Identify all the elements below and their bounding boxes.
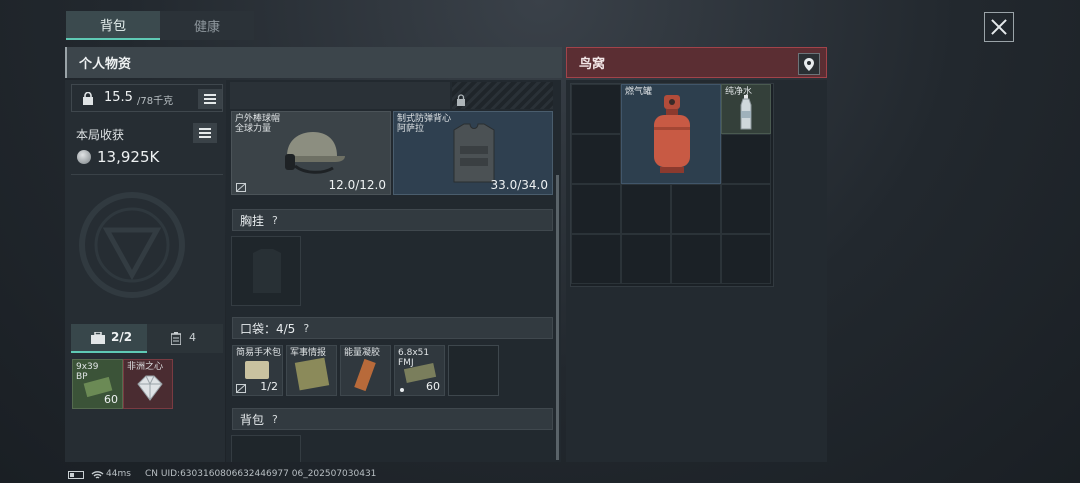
harvest-label: 本局收获 — [76, 128, 125, 142]
pockets-help-icon[interactable]: ? — [303, 322, 309, 335]
pocket-slot-empty[interactable] — [448, 345, 499, 396]
stash-item-pure-water[interactable]: 纯净水 — [721, 84, 771, 134]
grid-cell[interactable] — [571, 84, 621, 134]
body-armor-icon — [453, 123, 495, 183]
vest-durability: 33.0/34.0 — [490, 178, 548, 192]
grid-cell[interactable] — [621, 234, 671, 284]
ammo-dot-icon — [400, 388, 404, 392]
diamond-icon — [137, 375, 163, 401]
tab-health[interactable]: 健康 — [160, 11, 254, 40]
personal-supplies-title: 个人物资 — [79, 57, 132, 72]
divider — [71, 174, 223, 175]
pouch-count: 4 — [189, 331, 196, 344]
pockets-section-header: 口袋：4/5 ? — [232, 317, 553, 339]
backpack-slot-empty[interactable] — [231, 435, 301, 462]
grid-cell[interactable] — [571, 234, 621, 284]
item-subname: 全球力量 — [235, 124, 272, 134]
item-count: 60 — [104, 393, 118, 406]
ping-text: 44ms — [106, 469, 131, 479]
surgery-kit-icon — [245, 361, 269, 379]
no-repair-icon — [236, 384, 246, 393]
harvest-value: 13,925K — [97, 148, 160, 166]
pocket-item-military-intel[interactable]: 军事情报 — [286, 345, 337, 396]
scrollbar[interactable] — [556, 175, 559, 460]
pocket-item-surgery-kit[interactable]: 简易手术包 1/2 — [232, 345, 283, 396]
water-bottle-icon — [740, 95, 752, 130]
left-stats-panel: 15.5 /78千克 本局收获 13,925K 2/2 4 9x39 BP 60… — [65, 80, 225, 462]
item-name: 能量凝胶 — [344, 348, 381, 358]
pocket-item-ammo-6-8[interactable]: 6.8x51 FMJ 60 — [394, 345, 445, 396]
grid-cell[interactable] — [671, 234, 721, 284]
wifi-icon — [91, 471, 104, 479]
bird-nest-panel: 燃气罐 纯净水 — [566, 80, 827, 462]
backpack-title: 背包 — [240, 412, 265, 427]
bird-nest-title: 鸟窝 — [579, 57, 606, 72]
case-item-ammo[interactable]: 9x39 BP 60 — [72, 359, 123, 409]
chest-rig-title: 胸挂 — [240, 213, 265, 228]
location-pin-icon — [804, 57, 814, 71]
pouch-icon — [171, 332, 181, 345]
no-repair-icon — [236, 183, 246, 192]
pocket-item-energy-gel[interactable]: 能量凝胶 — [340, 345, 391, 396]
faction-emblem-icon — [79, 192, 185, 298]
grid-cell[interactable] — [571, 184, 621, 234]
chest-rig-section-header: 胸挂 ? — [232, 209, 553, 231]
grid-cell[interactable] — [721, 234, 771, 284]
lock-weight-icon — [83, 92, 93, 105]
uid-text: CN UID:6303160806632446977 06_2025070304… — [145, 469, 377, 479]
battery-icon — [68, 471, 84, 479]
list-icon — [199, 128, 211, 138]
item-subname: 阿萨拉 — [397, 124, 425, 134]
chest-rig-placeholder-icon — [253, 249, 281, 293]
chest-rig-help-icon[interactable]: ? — [272, 214, 278, 227]
briefcase-icon — [91, 332, 105, 344]
grid-cell[interactable] — [571, 134, 621, 184]
personal-supplies-header: 个人物资 — [65, 47, 562, 78]
bird-nest-header: 鸟窝 — [566, 47, 827, 78]
grid-cell[interactable] — [721, 134, 771, 184]
weight-box: 15.5 /78千克 — [71, 84, 223, 112]
empty-slot-top-left[interactable] — [230, 82, 450, 109]
case-item-heart-of-africa[interactable]: 非洲之心 — [123, 359, 173, 409]
grid-cell[interactable] — [721, 184, 771, 234]
list-icon — [204, 94, 216, 104]
backpack-help-icon[interactable]: ? — [272, 413, 278, 426]
pockets-title: 口袋：4/5 — [240, 321, 296, 336]
equipment-helmet-slot[interactable]: 户外棒球帽 全球力量 12.0/12.0 — [231, 111, 391, 195]
secure-case-count: 2/2 — [111, 330, 133, 344]
item-name: 户外棒球帽 — [235, 114, 281, 124]
close-button[interactable] — [984, 12, 1014, 42]
item-name: 燃气罐 — [625, 87, 653, 97]
weight-current: 15.5 — [104, 90, 133, 105]
item-name: 制式防弹背心 — [397, 114, 452, 124]
intel-documents-icon — [294, 357, 330, 391]
grid-cell[interactable] — [671, 184, 721, 234]
item-name: 简易手术包 — [236, 348, 282, 358]
item-name: 军事情报 — [290, 348, 327, 358]
equipment-vest-slot[interactable]: 制式防弹背心 阿萨拉 33.0/34.0 — [393, 111, 553, 195]
weight-max: /78千克 — [137, 96, 174, 107]
stash-item-gas-canister[interactable]: 燃气罐 — [621, 84, 721, 184]
cap-headset-icon — [285, 132, 345, 174]
energy-gel-icon — [354, 358, 376, 392]
stash-grid[interactable]: 燃气罐 纯净水 — [570, 83, 774, 287]
secure-case-tab[interactable]: 2/2 — [71, 324, 147, 353]
tab-backpack[interactable]: 背包 — [66, 11, 160, 40]
weight-list-button[interactable] — [198, 89, 222, 109]
harvest-list-button[interactable] — [193, 123, 217, 143]
helmet-durability: 12.0/12.0 — [328, 178, 386, 192]
item-name: 非洲之心 — [127, 362, 164, 372]
pouch-tab[interactable]: 4 — [147, 324, 223, 353]
gas-canister-icon — [654, 95, 690, 173]
coin-icon — [77, 150, 91, 164]
item-count: 60 — [426, 380, 440, 393]
backpack-section-header: 背包 ? — [232, 408, 553, 430]
location-pin-button[interactable] — [798, 53, 820, 75]
lock-icon — [457, 94, 465, 106]
locked-slot-top — [452, 82, 553, 109]
chest-rig-slot-empty[interactable] — [231, 236, 301, 306]
grid-cell[interactable] — [621, 184, 671, 234]
item-count: 1/2 — [260, 380, 278, 393]
